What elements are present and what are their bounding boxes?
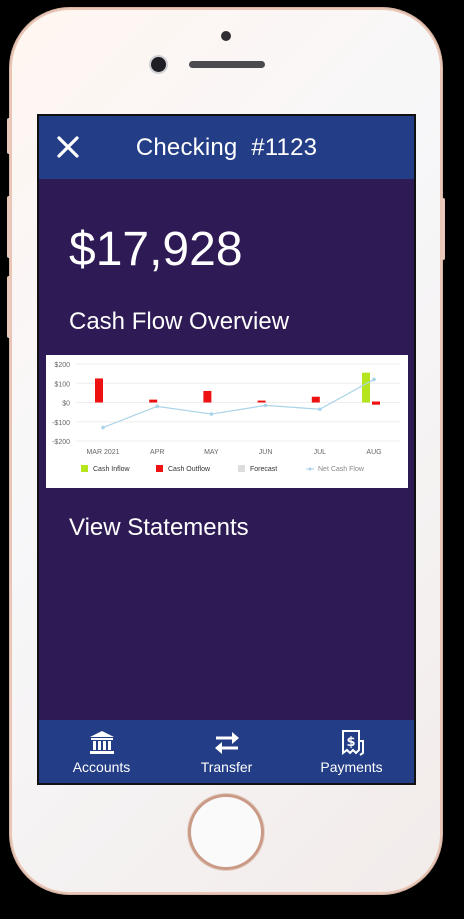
tab-transfer[interactable]: Transfer <box>172 729 282 775</box>
svg-text:$: $ <box>346 735 355 750</box>
outflow-bar <box>149 399 158 403</box>
y-tick-label: -$200 <box>52 439 70 446</box>
legend-swatch-dot <box>308 467 312 471</box>
y-tick-label: $0 <box>62 401 70 408</box>
volume-down-button <box>7 276 11 338</box>
legend-swatch <box>156 465 163 472</box>
outflow-bar <box>257 400 266 403</box>
volume-up-button <box>7 196 11 258</box>
x-tick-label: MAY <box>204 449 219 456</box>
receipt-dollar-icon: $ <box>341 729 364 756</box>
account-number: #1123 <box>251 134 318 161</box>
cash-flow-chart: $200 $100 $0 -$100 -$200 MAR 2021 APR MAY JUN JUL… <box>46 355 408 488</box>
earpiece-speaker <box>189 61 265 68</box>
x-tick-label: JUL <box>314 449 327 456</box>
app-screen: Checking #1123 $17,928 Cash Flow Overvie… <box>37 114 416 785</box>
net-cash-flow-point <box>318 407 322 412</box>
tab-label: Accounts <box>72 758 131 775</box>
cash-flow-chart-svg: $200 $100 $0 -$100 -$200 MAR 2021 APR MAY JUN JUL… <box>52 362 400 473</box>
legend-swatch <box>81 465 88 472</box>
bank-icon <box>89 730 114 754</box>
outflow-bar <box>372 401 380 405</box>
legend-label: Cash Outflow <box>168 466 211 473</box>
bottom-tab-bar: Accounts Transfer $ Payments <box>39 720 414 783</box>
tab-payments[interactable]: $ Payments <box>297 729 407 775</box>
y-tick-label: $200 <box>54 362 70 369</box>
legend-swatch <box>238 465 245 472</box>
transfer-arrows-icon <box>214 731 239 754</box>
net-cash-flow-point <box>263 403 268 408</box>
power-button <box>441 198 445 260</box>
mute-switch <box>7 118 11 154</box>
tab-accounts[interactable]: Accounts <box>47 729 157 775</box>
legend-label: Net Cash Flow <box>318 466 365 473</box>
x-tick-label: MAR 2021 <box>86 449 119 456</box>
outflow-bar <box>203 390 212 403</box>
y-tick-label: $100 <box>54 381 70 388</box>
tab-label: Transfer <box>200 758 253 775</box>
x-tick-label: JUN <box>259 449 273 456</box>
x-tick-label: AUG <box>366 449 381 456</box>
front-camera <box>151 57 166 72</box>
x-tick-label: APR <box>150 449 164 456</box>
cash-flow-title: Cash Flow Overview <box>69 308 290 335</box>
net-cash-flow-point <box>209 412 214 416</box>
net-cash-flow-point <box>155 404 159 409</box>
app-header: Checking #1123 <box>39 116 414 179</box>
net-cash-flow-line <box>102 378 375 429</box>
proximity-sensor <box>221 31 231 41</box>
account-name: Checking <box>135 134 238 161</box>
net-cash-flow-point <box>101 425 105 430</box>
tab-label: Payments <box>320 758 383 775</box>
view-statements-link[interactable]: View Statements <box>69 514 249 542</box>
y-tick-label: -$100 <box>52 420 70 427</box>
outflow-bar <box>311 396 320 403</box>
net-cash-flow-point <box>372 377 376 382</box>
account-balance: $17,928 <box>69 223 243 276</box>
outflow-bar <box>95 378 103 403</box>
page-title: Checking #1123 <box>39 134 414 162</box>
inflow-bar <box>362 372 370 403</box>
legend-label: Cash Inflow <box>93 466 131 473</box>
legend-label: Forecast <box>250 466 277 473</box>
home-button[interactable] <box>191 797 261 867</box>
